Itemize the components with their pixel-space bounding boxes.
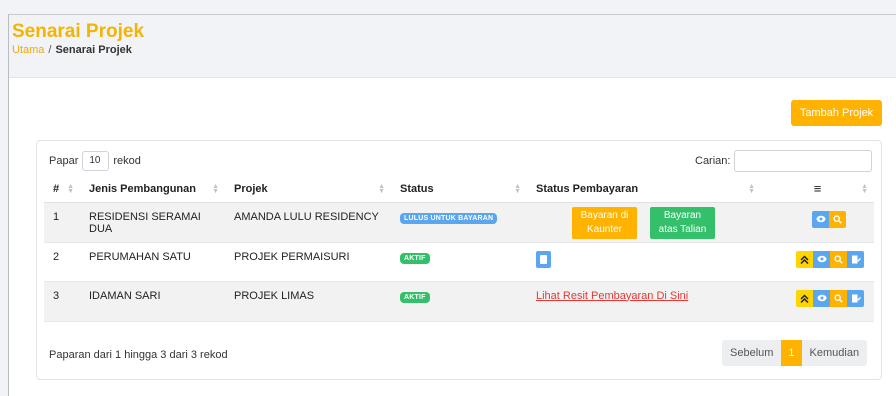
- cell-status: AKTIF: [391, 242, 527, 282]
- eye-icon: [817, 294, 826, 302]
- cell-jenis: PERUMAHAN SATU: [80, 242, 225, 282]
- sort-icon: ▲ ▼: [212, 183, 219, 195]
- length-suffix: rekod: [113, 155, 141, 167]
- pay-online-button[interactable]: Bayaran atas Talian: [650, 206, 715, 239]
- search-input[interactable]: [734, 150, 872, 172]
- table-row: 1 RESIDENSI SERAMAI DUA AMANDA LULU RESI…: [44, 202, 874, 243]
- cell-number: 3: [44, 281, 80, 322]
- pagination-next-button[interactable]: Kemudian: [801, 340, 868, 366]
- pagination: Sebelum 1 Kemudian: [722, 340, 868, 366]
- col-header-actions[interactable]: ≡ ▲ ▼: [761, 176, 874, 203]
- cell-jenis: RESIDENSI SERAMAI DUA: [80, 202, 225, 243]
- cell-projek: AMANDA LULU RESIDENCY: [225, 202, 391, 243]
- table-header-row: # ▲ ▼ Jenis Pembangunan ▲ ▼ Projek ▲ ▼ Status ▲…: [44, 176, 874, 203]
- pagination-prev-button[interactable]: Sebelum: [722, 340, 782, 366]
- breadcrumb: Utama / Senarai Projek: [12, 44, 132, 56]
- search-detail-button[interactable]: [830, 289, 847, 307]
- col-header-number[interactable]: # ▲ ▼: [44, 176, 80, 203]
- pay-at-counter-button[interactable]: Bayaran di Kaunter: [572, 206, 637, 239]
- cell-projek: PROJEK LIMAS: [225, 281, 391, 322]
- eye-icon: [817, 255, 826, 263]
- magnifier-icon: [833, 214, 842, 224]
- magnifier-icon: [834, 293, 843, 303]
- breadcrumb-current: Senarai Projek: [55, 44, 132, 56]
- table-row: 2 PERUMAHAN SATU PROJEK PERMAISURI AKTIF: [44, 242, 874, 282]
- search-label: Carian:: [695, 155, 731, 167]
- view-button[interactable]: [812, 210, 829, 228]
- col-header-status-pembayaran[interactable]: Status Pembayaran ▲ ▼: [527, 176, 761, 203]
- sort-icon: ▲ ▼: [748, 183, 755, 195]
- cell-actions: [761, 202, 874, 243]
- status-badge: AKTIF: [400, 252, 430, 264]
- breadcrumb-separator: /: [48, 44, 52, 56]
- cell-jenis: IDAMAN SARI: [80, 281, 225, 322]
- view-button[interactable]: [813, 250, 830, 268]
- edit-button[interactable]: [847, 250, 864, 268]
- breadcrumb-home-link[interactable]: Utama: [12, 44, 44, 56]
- sort-icon: ▲ ▼: [67, 183, 74, 195]
- table-row: 3 IDAMAN SARI PROJEK LIMAS AKTIF Lihat R…: [44, 281, 874, 322]
- search-detail-button[interactable]: [829, 210, 846, 228]
- sort-icon: ▲ ▼: [378, 183, 385, 195]
- view-button[interactable]: [813, 289, 830, 307]
- file-edit-icon: [851, 255, 860, 263]
- page-title: Senarai Projek: [12, 21, 145, 42]
- cell-payment: Lihat Resit Pembayaran Di Sini: [527, 281, 761, 322]
- cell-status: AKTIF: [391, 281, 527, 322]
- cell-number: 1: [44, 202, 80, 243]
- menu-icon: ≡: [813, 181, 822, 197]
- status-badge: LULUS UNTUK BAYARAN: [400, 212, 498, 224]
- payment-document-button[interactable]: [536, 250, 551, 268]
- cell-status: LULUS UNTUK BAYARAN: [391, 202, 527, 243]
- cell-projek: PROJEK PERMAISURI: [225, 242, 391, 282]
- sort-icon: ▲ ▼: [861, 183, 868, 195]
- cell-actions: [761, 242, 874, 282]
- col-header-status[interactable]: Status ▲ ▼: [391, 176, 527, 203]
- magnifier-icon: [834, 254, 843, 264]
- table-info: Paparan dari 1 hingga 3 dari 3 rekod: [49, 349, 228, 361]
- col-header-projek[interactable]: Projek ▲ ▼: [225, 176, 391, 203]
- view-receipt-link[interactable]: Lihat Resit Pembayaran Di Sini: [536, 290, 688, 302]
- pagination-page-1[interactable]: 1: [781, 340, 802, 366]
- add-project-button[interactable]: Tambah Projek: [791, 100, 882, 126]
- chevrons-up-icon: [800, 293, 809, 303]
- cell-payment: [527, 242, 761, 282]
- length-prefix: Papar: [49, 155, 79, 167]
- cell-number: 2: [44, 242, 80, 282]
- page-length-control: Papar 10 rekod: [49, 151, 141, 171]
- col-header-jenis[interactable]: Jenis Pembangunan ▲ ▼: [80, 176, 225, 203]
- chevrons-up-icon: [800, 254, 809, 264]
- search-detail-button[interactable]: [830, 250, 847, 268]
- cell-actions: [761, 281, 874, 322]
- file-edit-icon: [851, 294, 860, 302]
- approve-button[interactable]: [796, 289, 813, 307]
- edit-button[interactable]: [847, 289, 864, 307]
- eye-icon: [816, 215, 825, 223]
- page-length-select[interactable]: 10: [82, 151, 110, 171]
- status-badge: AKTIF: [400, 291, 430, 303]
- approve-button[interactable]: [796, 250, 813, 268]
- sort-icon: ▲ ▼: [514, 183, 521, 195]
- cell-payment: Bayaran di Kaunter Bayaran atas Talian: [527, 202, 761, 243]
- projects-table: # ▲ ▼ Jenis Pembangunan ▲ ▼ Projek ▲ ▼ Status ▲…: [44, 176, 874, 322]
